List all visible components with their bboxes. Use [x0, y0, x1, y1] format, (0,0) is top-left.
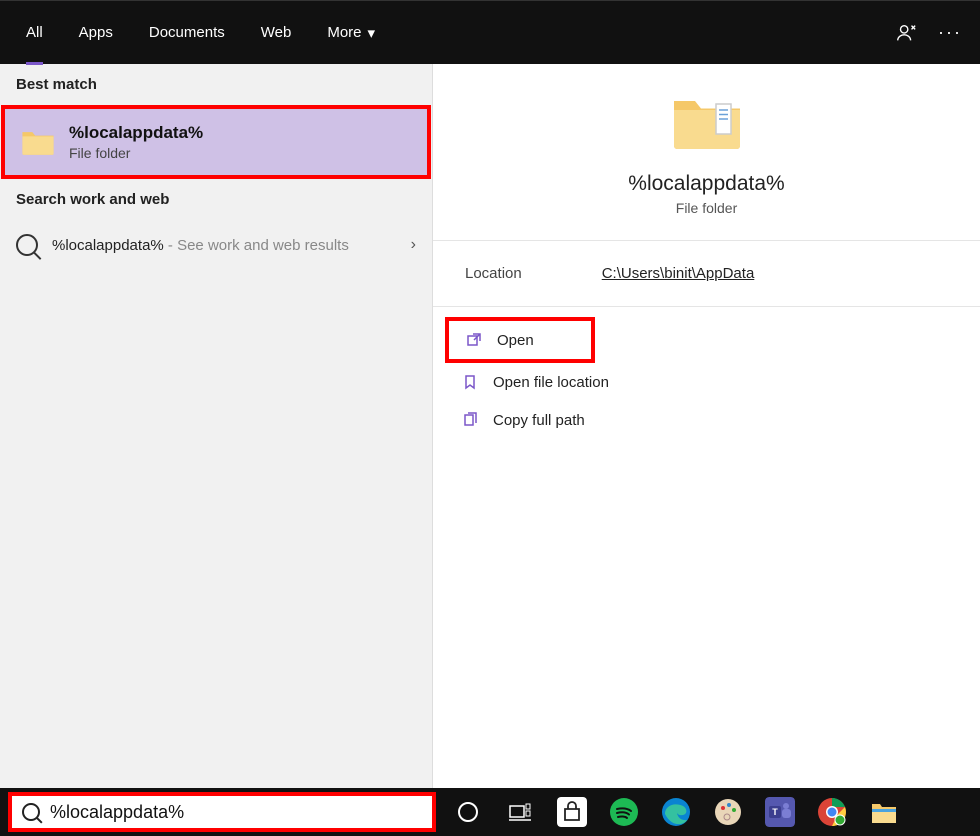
spotify-icon	[609, 797, 639, 827]
chrome-icon	[817, 797, 847, 827]
teams-button[interactable]: T	[756, 788, 804, 836]
paint-button[interactable]	[704, 788, 752, 836]
task-view-icon	[509, 803, 531, 821]
best-match-label: Best match	[0, 64, 432, 105]
store-button[interactable]	[548, 788, 596, 836]
best-match-sub: File folder	[69, 145, 203, 161]
action-open-file-location[interactable]: Open file location	[445, 363, 968, 401]
filter-apps[interactable]: Apps	[61, 1, 131, 65]
location-icon	[461, 373, 479, 391]
open-icon	[465, 331, 483, 349]
action-open-file-location-label: Open file location	[493, 374, 609, 391]
best-match-text: %localappdata% File folder	[69, 123, 203, 161]
spotify-button[interactable]	[600, 788, 648, 836]
chevron-right-icon: ›	[411, 236, 416, 254]
search-work-web-text: %localappdata% - See work and web result…	[52, 237, 397, 254]
taskbar-search[interactable]	[8, 792, 436, 832]
folder-icon	[671, 90, 743, 154]
filter-all[interactable]: All	[8, 1, 61, 65]
best-match-row[interactable]: %localappdata% File folder	[1, 105, 431, 179]
filter-web[interactable]: Web	[243, 1, 310, 65]
chevron-down-icon: ▾	[368, 24, 376, 42]
palette-icon	[713, 797, 743, 827]
action-copy-full-path[interactable]: Copy full path	[445, 401, 968, 439]
account-icon[interactable]	[884, 11, 928, 55]
action-open-label: Open	[497, 332, 534, 349]
edge-icon	[661, 797, 691, 827]
location-label: Location	[465, 265, 522, 282]
search-icon	[16, 234, 38, 256]
store-icon	[557, 797, 587, 827]
preview-header: %localappdata% File folder	[433, 64, 980, 241]
task-view-button[interactable]	[496, 788, 544, 836]
results-pane: Best match %localappdata% File folder Se…	[0, 64, 433, 788]
svg-text:T: T	[772, 807, 778, 817]
cortana-button[interactable]	[444, 788, 492, 836]
preview-pane: %localappdata% File folder Location C:\U…	[433, 64, 980, 788]
best-match-title: %localappdata%	[69, 123, 203, 143]
chrome-button[interactable]	[808, 788, 856, 836]
action-open[interactable]: Open	[445, 317, 595, 363]
action-copy-full-path-label: Copy full path	[493, 412, 585, 429]
circle-icon	[458, 802, 478, 822]
file-explorer-icon	[869, 797, 899, 827]
actions-list: Open Open file location Copy full path	[433, 307, 980, 449]
preview-title: %localappdata%	[628, 172, 784, 196]
teams-icon: T	[765, 797, 795, 827]
filter-more[interactable]: More ▾	[309, 1, 393, 65]
sww-hint: - See work and web results	[168, 237, 349, 254]
search-work-web-row[interactable]: %localappdata% - See work and web result…	[0, 220, 432, 270]
taskbar: T	[0, 788, 980, 836]
body: Best match %localappdata% File folder Se…	[0, 64, 980, 788]
filter-more-label: More	[327, 24, 361, 41]
overflow-icon[interactable]: ···	[928, 11, 972, 55]
filter-bar: All Apps Documents Web More ▾ ···	[0, 0, 980, 64]
search-window: All Apps Documents Web More ▾ ··· Best m…	[0, 0, 980, 836]
search-work-web-label: Search work and web	[0, 179, 432, 220]
folder-icon	[21, 127, 55, 157]
location-value[interactable]: C:\Users\binit\AppData	[602, 265, 755, 282]
location-row: Location C:\Users\binit\AppData	[433, 241, 980, 307]
explorer-button[interactable]	[860, 788, 908, 836]
search-input[interactable]	[50, 802, 422, 823]
filter-documents[interactable]: Documents	[131, 1, 243, 65]
search-icon	[22, 803, 40, 821]
copy-icon	[461, 411, 479, 429]
sww-query: %localappdata%	[52, 237, 164, 254]
edge-button[interactable]	[652, 788, 700, 836]
preview-sub: File folder	[676, 200, 737, 216]
